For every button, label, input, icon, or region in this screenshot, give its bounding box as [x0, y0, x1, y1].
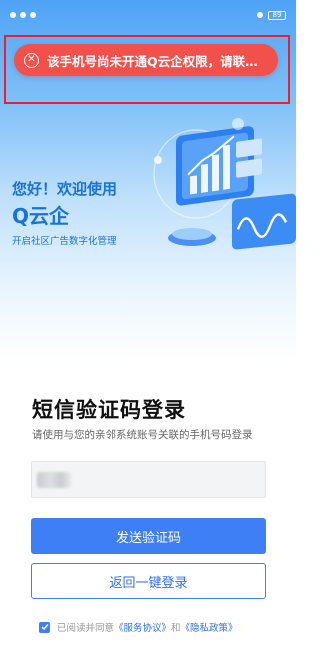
notification-icon	[10, 12, 16, 18]
page-subtitle: 请使用与您的亲邻系统账号关联的手机号码登录	[32, 429, 253, 441]
error-toast: ✕ 该手机号尚未开通Q云企权限，请联系管理员	[14, 44, 278, 76]
one-click-login-button[interactable]: 返回一键登录	[31, 563, 266, 599]
agreement-conjunction: 和	[171, 623, 181, 634]
chat-icon	[20, 12, 26, 18]
dashboard-illustration	[153, 118, 296, 250]
toast-message: 该手机号尚未开通Q云企权限，请联系管理员	[47, 53, 268, 69]
sync-icon	[30, 12, 36, 18]
brand-name: Q云企	[12, 204, 70, 228]
greeting-text: 您好！欢迎使用	[12, 180, 118, 198]
battery-icon: 89	[268, 10, 286, 20]
agreement-row: 已阅读并同意 《服务协议》 和 《隐私政策》	[39, 620, 238, 634]
agreement-checkbox[interactable]	[39, 621, 50, 633]
phone-number-redacted	[37, 472, 71, 488]
checkmark-icon	[41, 624, 49, 631]
close-circle-icon: ✕	[24, 52, 39, 68]
wifi-icon	[257, 12, 263, 18]
status-icons-right: 89	[257, 10, 286, 20]
status-bar: 89	[0, 0, 296, 30]
page-title: 短信验证码登录	[32, 398, 186, 422]
agreement-prefix: 已阅读并同意	[57, 623, 115, 634]
status-icons-left	[10, 12, 36, 18]
privacy-policy-link[interactable]: 《隐私政策》	[181, 620, 238, 634]
tagline-text: 开启社区广告数字化管理	[12, 236, 117, 247]
service-agreement-link[interactable]: 《服务协议》	[114, 620, 171, 634]
send-code-button[interactable]: 发送验证码	[31, 518, 266, 554]
